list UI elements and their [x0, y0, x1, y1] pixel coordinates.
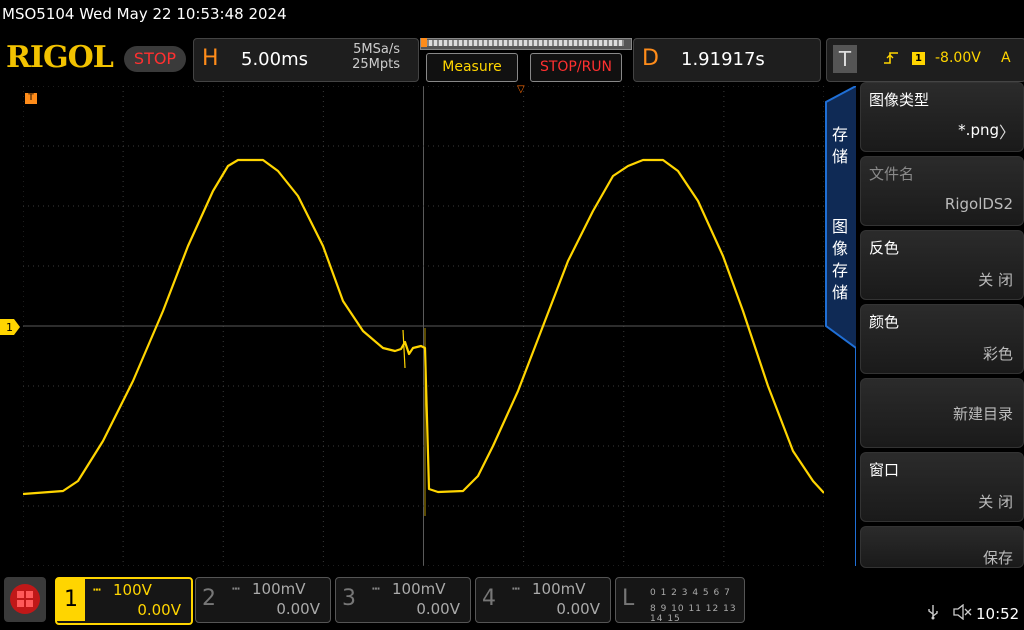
logic-row-2: 8 9 10 11 12 13 14 15 [650, 604, 737, 624]
trigger-position-icon: ▽ [517, 84, 525, 95]
channel-4-number: 4 [482, 586, 496, 611]
channel-4-box[interactable]: 4 ┅ 100mV 0.00V [475, 577, 611, 623]
channel-2-number: 2 [202, 586, 216, 611]
dc-coupling-icon: ┅ [93, 583, 101, 598]
trigger-mode: A [1001, 50, 1011, 66]
menu-file-name-value: RigolDS2 [944, 195, 1013, 213]
menu-invert-label: 反色 [869, 239, 900, 257]
menu-save[interactable]: 保存 [860, 526, 1024, 568]
menu-invert[interactable]: 反色 关 闭 [860, 230, 1024, 300]
horizontal-label: H [202, 46, 219, 71]
menu-file-name-label: 文件名 [869, 165, 915, 183]
channel-4-offset: 0.00V [556, 600, 600, 618]
memory-position-bar [420, 38, 632, 50]
rising-edge-icon [883, 51, 899, 69]
logic-label: L [622, 586, 635, 611]
system-clock: 10:52 [976, 605, 1020, 623]
graticule [23, 86, 824, 566]
menu-file-name[interactable]: 文件名 RigolDS2 [860, 156, 1024, 226]
menu-color-value: 彩色 [982, 345, 1013, 363]
dc-coupling-icon: ┅ [232, 582, 240, 597]
menu-save-label: 保存 [982, 549, 1013, 567]
stop-run-button[interactable]: STOP/RUN [530, 53, 622, 82]
menu-image-type-value: *.png [958, 121, 999, 139]
trigger-box[interactable]: T 1 -8.00V A [826, 38, 1024, 82]
channel-3-scale: 100mV [392, 580, 446, 598]
measure-button[interactable]: Measure [426, 53, 518, 82]
acquisition-info: 5MSa/s 25Mpts [352, 42, 400, 72]
channel-3-box[interactable]: 3 ┅ 100mV 0.00V [335, 577, 471, 623]
menu-window-label: 窗口 [869, 461, 900, 479]
tab-save-label: 存 储 [831, 125, 848, 166]
memory-marker [421, 38, 427, 47]
run-state-badge[interactable]: STOP [124, 46, 186, 72]
menu-invert-value: 关 闭 [978, 271, 1013, 289]
channel-4-scale: 100mV [532, 580, 586, 598]
logic-channels-box[interactable]: L 0 1 2 3 4 5 6 7 8 9 10 11 12 13 14 15 [615, 577, 745, 624]
timebase-value: 5.00ms [241, 49, 308, 70]
dc-coupling-icon: ┅ [372, 582, 380, 597]
svg-text:1: 1 [6, 321, 13, 334]
memory-depth: 25Mpts [352, 57, 400, 72]
menu-color[interactable]: 颜色 彩色 [860, 304, 1024, 374]
waveform-display[interactable] [23, 86, 824, 566]
sample-rate: 5MSa/s [353, 42, 400, 57]
menu-window[interactable]: 窗口 关 闭 [860, 452, 1024, 522]
chevron-right-icon: 〉 [998, 123, 1015, 142]
trigger-level: -8.00V [935, 50, 981, 66]
trigger-label: T [833, 45, 857, 73]
channel-1-box[interactable]: 1 ┅ 100V 0.00V [55, 577, 193, 625]
delay-box[interactable]: D 1.91917s [633, 38, 821, 82]
menu-color-label: 颜色 [869, 313, 900, 331]
speaker-muted-icon[interactable] [952, 603, 972, 624]
menu-new-folder-label: 新建目录 [952, 405, 1013, 423]
channel-2-offset: 0.00V [276, 600, 320, 618]
channel-3-offset: 0.00V [416, 600, 460, 618]
ch1-offset-marker[interactable]: 1 [0, 319, 20, 335]
tab-save[interactable]: 存 储 [830, 124, 850, 168]
usb-icon [926, 604, 940, 624]
channel-1-number: 1 [57, 579, 85, 621]
dc-coupling-icon: ┅ [512, 582, 520, 597]
horizontal-timebase-box[interactable]: H 5.00ms 5MSa/s 25Mpts [193, 38, 419, 82]
channel-1-offset: 0.00V [137, 601, 181, 619]
menu-new-folder[interactable]: 新建目录 [860, 378, 1024, 448]
channel-1-scale: 100V [113, 581, 152, 599]
ch1-spike [402, 329, 406, 369]
memory-window [424, 40, 624, 46]
menu-image-type-label: 图像类型 [869, 91, 930, 109]
grid-menu-icon [10, 584, 40, 614]
delay-label: D [642, 46, 659, 71]
tab-image-save[interactable]: 图 像 存 储 [830, 216, 850, 304]
delay-value: 1.91917s [681, 49, 765, 70]
menu-window-value: 关 闭 [978, 493, 1013, 511]
rigol-logo: RIGOL [6, 40, 114, 75]
logic-row-1: 0 1 2 3 4 5 6 7 [650, 588, 731, 598]
trigger-source-badge: 1 [912, 52, 925, 65]
trigger-level-marker[interactable]: T [25, 93, 37, 104]
home-menu-button[interactable] [4, 577, 46, 622]
menu-image-type[interactable]: 图像类型 *.png 〉 [860, 82, 1024, 152]
channel-2-scale: 100mV [252, 580, 306, 598]
channel-2-box[interactable]: 2 ┅ 100mV 0.00V [195, 577, 331, 623]
tab-image-save-label: 图 像 存 储 [831, 217, 848, 302]
channel-3-number: 3 [342, 586, 356, 611]
image-save-menu: 图像类型 *.png 〉 文件名 RigolDS2 反色 关 闭 颜色 彩色 新… [858, 80, 1024, 568]
device-title: MSO5104 Wed May 22 10:53:48 2024 [2, 5, 287, 23]
